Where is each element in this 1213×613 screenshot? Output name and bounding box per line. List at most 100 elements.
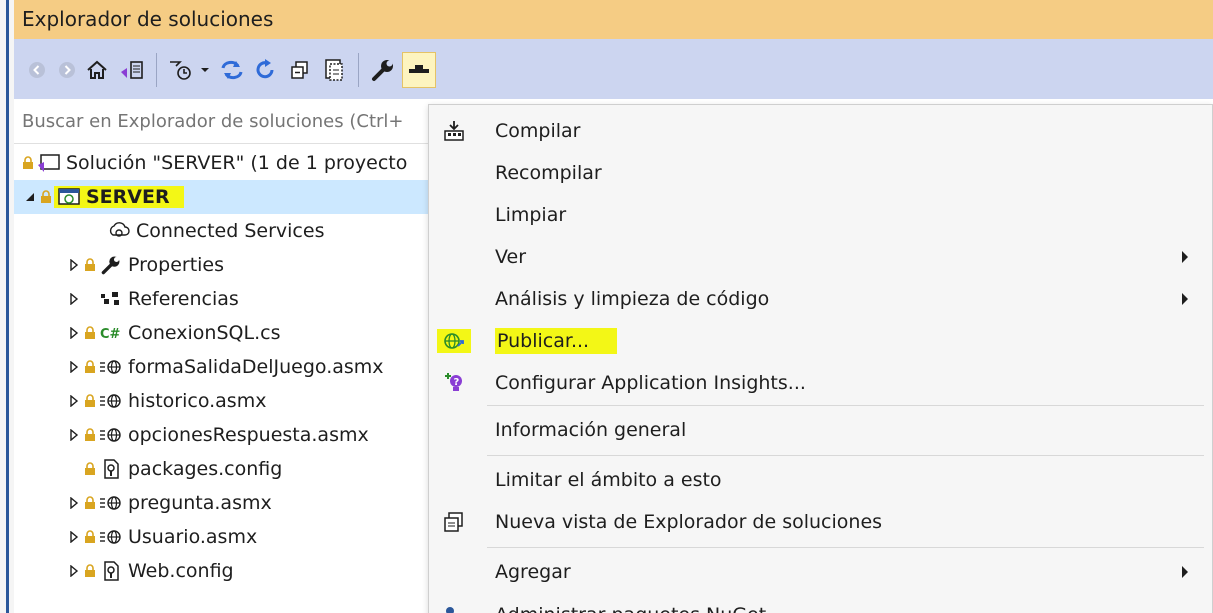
menu-item-compilar[interactable]: Compilar [429, 111, 1212, 151]
asmx-file-icon [98, 356, 124, 378]
tree-item-label: Properties [128, 254, 225, 276]
menu-item-label: Limitar el ámbito a esto [495, 469, 722, 491]
collapsed-arrow-icon[interactable] [66, 293, 82, 305]
submenu-arrow-icon [1182, 251, 1188, 263]
lock-icon [82, 428, 98, 442]
menu-item-label: Nueva vista de Explorador de soluciones [495, 511, 883, 533]
project-highlight: SERVER [54, 186, 184, 208]
switch-views-button[interactable] [116, 52, 148, 88]
refresh-button[interactable] [250, 52, 282, 88]
home-button[interactable] [82, 52, 112, 88]
collapsed-arrow-icon[interactable] [66, 327, 82, 339]
tree-item-label: Referencias [128, 288, 239, 310]
left-edge [0, 0, 14, 613]
collapsed-arrow-icon[interactable] [66, 565, 82, 577]
menu-item-agregar[interactable]: Agregar [429, 552, 1212, 592]
asmx-file-icon [98, 390, 124, 412]
tree-item-label: Usuario.asmx [128, 526, 258, 548]
collapsed-arrow-icon[interactable] [66, 395, 82, 407]
pending-changes-filter-button[interactable] [164, 52, 198, 88]
menu-item-label: Compilar [495, 120, 581, 142]
toolbar-separator [358, 53, 359, 87]
switch-views-icon [121, 61, 143, 79]
show-all-files-icon [325, 59, 343, 81]
connected-services-icon [106, 220, 132, 242]
build-icon [441, 119, 467, 143]
lock-icon [38, 190, 54, 204]
tree-item-label: ConexionSQL.cs [128, 322, 281, 344]
svg-text:?: ? [454, 377, 460, 388]
tree-item-label: Connected Services [136, 220, 325, 242]
pending-changes-dropdown[interactable] [198, 52, 212, 88]
tree-item-label: historico.asmx [128, 390, 267, 412]
submenu-arrow-icon [1182, 293, 1188, 305]
tree-item-label: pregunta.asmx [128, 492, 272, 514]
menu-item-label: Publicar... [495, 328, 618, 354]
submenu-arrow-icon [1182, 566, 1188, 578]
menu-item-recompilar[interactable]: Recompilar [429, 153, 1212, 193]
menu-item-label: Información general [495, 419, 687, 441]
lock-icon [20, 156, 36, 170]
tree-item-label: formaSalidaDelJuego.asmx [128, 356, 384, 378]
sync-active-document-button[interactable] [216, 52, 248, 88]
new-view-icon [441, 510, 467, 534]
collapsed-arrow-icon[interactable] [66, 497, 82, 509]
back-button[interactable] [24, 52, 50, 88]
search-input[interactable] [14, 99, 434, 143]
application-insights-icon: ? [441, 371, 467, 395]
forward-button[interactable] [54, 52, 80, 88]
pending-changes-icon [170, 61, 191, 80]
menu-item-analisis[interactable]: Análisis y limpieza de código [429, 279, 1212, 319]
tree-solution-node[interactable]: Solución "SERVER" (1 de 1 proyecto [14, 146, 460, 180]
collapsed-arrow-icon[interactable] [66, 259, 82, 271]
menu-item-label: Limpiar [495, 204, 567, 226]
dropdown-icon [201, 68, 209, 72]
lock-icon [82, 462, 98, 476]
menu-item-nueva-vista[interactable]: Nueva vista de Explorador de soluciones [429, 502, 1212, 542]
collapsed-arrow-icon[interactable] [66, 361, 82, 373]
menu-item-label: Análisis y limpieza de código [495, 288, 770, 310]
show-all-files-button[interactable] [318, 52, 350, 88]
menu-item-label: Ver [495, 246, 527, 268]
toolbar-separator [156, 53, 157, 87]
menu-item-publicar[interactable]: Publicar... [429, 321, 1212, 361]
forward-icon [59, 62, 75, 78]
lock-icon [82, 530, 98, 544]
expanded-arrow-icon[interactable] [22, 192, 38, 202]
lock-icon [82, 564, 98, 578]
tree-project-node[interactable]: SERVER [14, 180, 462, 214]
tree-item-label: Web.config [128, 560, 234, 582]
menu-item-label: Agregar [495, 561, 571, 583]
menu-separator [487, 455, 1204, 456]
menu-item-app-insights[interactable]: ? Configurar Application Insights... [429, 363, 1212, 403]
wrench-icon [98, 254, 124, 276]
nuget-icon [441, 603, 467, 613]
collapse-all-button[interactable] [284, 52, 316, 88]
properties-button[interactable] [366, 52, 400, 88]
menu-item-limitar-ambito[interactable]: Limitar el ámbito a esto [429, 460, 1212, 500]
references-icon [98, 288, 124, 310]
menu-item-ver[interactable]: Ver [429, 237, 1212, 277]
menu-separator [487, 405, 1204, 406]
tree-item-label: Solución "SERVER" (1 de 1 proyecto [66, 152, 408, 174]
collapsed-arrow-icon[interactable] [66, 531, 82, 543]
csharp-file-icon: C# [98, 322, 124, 344]
menu-item-label: Configurar Application Insights... [495, 372, 806, 394]
lock-icon [82, 326, 98, 340]
menu-item-limpiar[interactable]: Limpiar [429, 195, 1212, 235]
menu-item-nuget[interactable]: Administrar paquetes NuGet... [429, 595, 1212, 613]
refresh-icon [256, 59, 274, 79]
left-edge-strip [6, 0, 9, 613]
sync-icon [221, 60, 243, 80]
tree-item-label: opcionesRespuesta.asmx [128, 424, 369, 446]
preview-selected-items-button[interactable] [402, 52, 436, 88]
lock-icon [82, 360, 98, 374]
back-icon [29, 62, 45, 78]
menu-item-informacion-general[interactable]: Información general [429, 410, 1212, 450]
web-project-icon [56, 186, 82, 208]
home-icon [87, 60, 107, 79]
config-file-icon [98, 458, 124, 480]
solution-icon [36, 152, 62, 174]
collapsed-arrow-icon[interactable] [66, 429, 82, 441]
menu-item-label: Administrar paquetes NuGet... [495, 604, 784, 613]
